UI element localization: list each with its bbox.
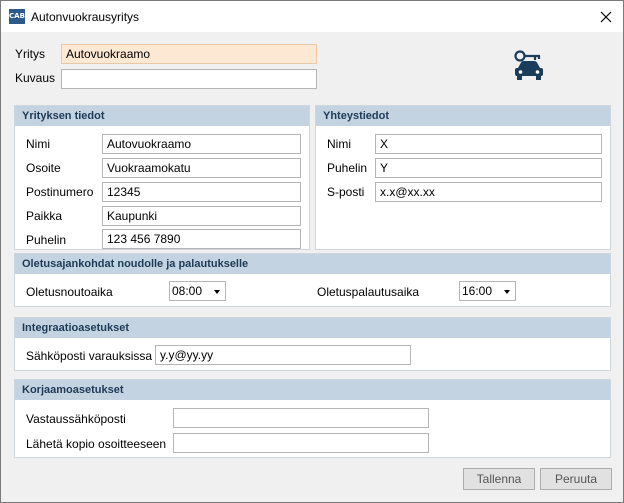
default-times-panel: Oletusajankohdat noudolle ja palautuksel…	[14, 253, 611, 307]
company-info-phone-input[interactable]: 123 456 7890	[102, 229, 301, 249]
close-button[interactable]	[589, 1, 623, 32]
contact-phone-label: Puhelin	[327, 161, 368, 175]
pickup-time-value: 08:00	[172, 284, 203, 298]
company-description-label: Kuvaus	[15, 71, 56, 85]
company-info-city-input[interactable]: Kaupunki	[102, 206, 301, 226]
booking-email-label: Sähköposti varauksissa	[26, 349, 153, 363]
chevron-down-icon	[504, 290, 510, 294]
app-icon: CAB	[9, 9, 25, 24]
cancel-button[interactable]: Peruuta	[540, 468, 612, 490]
return-time-select[interactable]: 16:00	[459, 281, 516, 301]
integration-panel: Integraatioasetukset Sähköposti varauksi…	[14, 317, 611, 371]
reply-email-input[interactable]	[173, 408, 429, 428]
company-info-city-label: Paikka	[26, 209, 63, 223]
company-info-header: Yrityksen tiedot	[15, 106, 309, 126]
dialog-window: CAB Autonvuokrausyritys Yritys Autovuokr…	[0, 0, 624, 503]
pickup-time-label: Oletusnoutoaika	[26, 285, 113, 299]
default-times-header: Oletusajankohdat noudolle ja palautuksel…	[15, 254, 610, 274]
title-bar: CAB Autonvuokrausyritys	[1, 1, 623, 32]
company-info-panel: Yrityksen tiedot Nimi Autovuokraamo Osoi…	[14, 105, 310, 250]
company-name-input[interactable]: Autovuokraamo	[61, 44, 317, 64]
repair-shop-header: Korjaamoasetukset	[15, 380, 610, 400]
return-time-label: Oletuspalautusaika	[317, 285, 420, 299]
window-title: Autonvuokrausyritys	[31, 10, 140, 24]
company-info-name-label: Nimi	[26, 137, 50, 151]
booking-email-input[interactable]: y.y@yy.yy	[155, 345, 411, 365]
company-info-phone-label: Puhelin	[26, 233, 67, 247]
company-name-label: Yritys	[15, 47, 45, 61]
contact-name-label: Nimi	[327, 137, 351, 151]
company-info-postcode-label: Postinumero	[26, 185, 94, 199]
chevron-down-icon	[214, 290, 220, 294]
return-time-value: 16:00	[462, 284, 493, 298]
contact-phone-input[interactable]: Y	[375, 158, 602, 178]
save-button[interactable]: Tallenna	[463, 468, 535, 490]
company-info-postcode-input[interactable]: 12345	[102, 182, 301, 202]
integration-header: Integraatioasetukset	[15, 318, 610, 338]
reply-email-label: Vastaussähköposti	[26, 412, 126, 426]
contact-header: Yhteystiedot	[316, 106, 610, 126]
pickup-time-select[interactable]: 08:00	[169, 281, 226, 301]
company-info-address-label: Osoite	[26, 161, 61, 175]
company-info-address-input[interactable]: Vuokraamokatu	[102, 158, 301, 178]
copy-address-label: Lähetä kopio osoitteeseen	[26, 437, 167, 451]
company-info-name-input[interactable]: Autovuokraamo	[102, 134, 301, 154]
contact-panel: Yhteystiedot Nimi X Puhelin Y S-posti x.…	[315, 105, 611, 250]
car-key-icon	[514, 50, 543, 80]
company-description-input[interactable]	[61, 69, 317, 89]
contact-email-label: S-posti	[327, 185, 365, 199]
contact-name-input[interactable]: X	[375, 134, 602, 154]
contact-email-input[interactable]: x.x@xx.xx	[375, 182, 602, 202]
copy-address-input[interactable]	[173, 433, 429, 453]
repair-shop-panel: Korjaamoasetukset Vastaussähköposti Lähe…	[14, 379, 611, 458]
close-icon	[600, 11, 612, 22]
